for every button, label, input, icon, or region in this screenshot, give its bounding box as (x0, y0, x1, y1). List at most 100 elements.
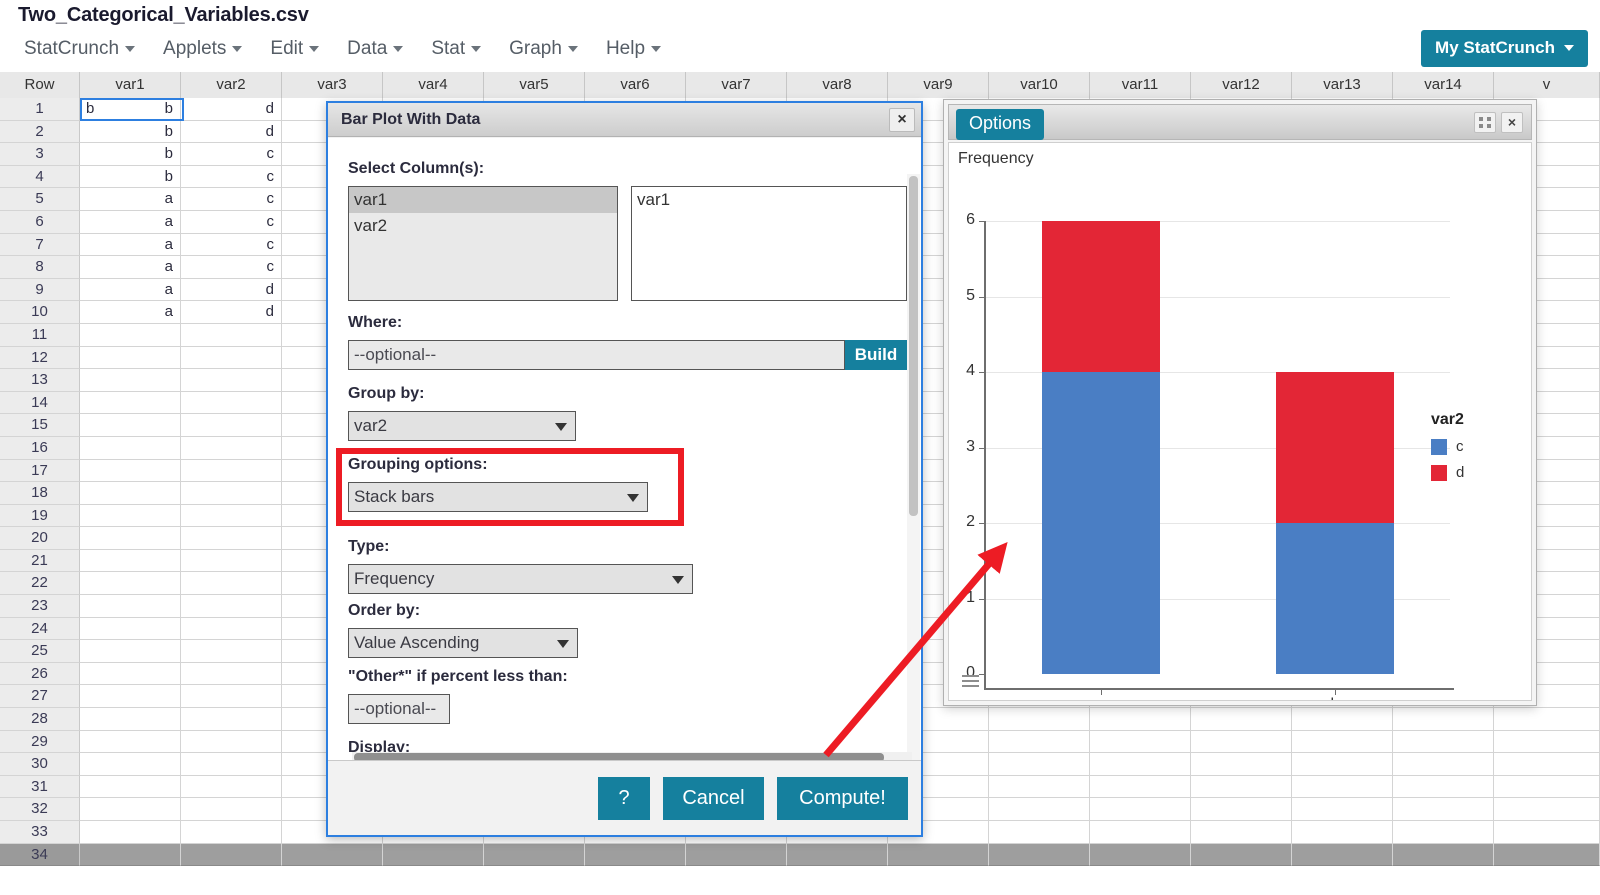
row-number[interactable]: 32 (0, 798, 80, 821)
bar-plot-dialog[interactable]: Bar Plot With Data × Select Column(s): v… (326, 101, 923, 837)
row-number[interactable]: 2 (0, 121, 80, 144)
row-number[interactable]: 7 (0, 234, 80, 257)
cell-var12-28[interactable] (1191, 708, 1292, 731)
cell-var2-6[interactable]: c (181, 211, 282, 234)
row-number[interactable]: 18 (0, 482, 80, 505)
cell-var1-15[interactable] (80, 414, 181, 437)
cell-var2-12[interactable] (181, 347, 282, 370)
cell-var2-20[interactable] (181, 527, 282, 550)
cell-var1-3[interactable]: b (80, 143, 181, 166)
cell-var2-25[interactable] (181, 640, 282, 663)
row-number[interactable]: 21 (0, 550, 80, 573)
scrollbar-thumb[interactable] (909, 176, 918, 516)
bar-segment-b-c[interactable] (1276, 523, 1394, 674)
hamburger-icon[interactable] (962, 675, 979, 688)
column-header-var4[interactable]: var4 (383, 72, 484, 98)
group-by-select[interactable]: var2 (348, 411, 576, 441)
menu-item-statcrunch[interactable]: StatCrunch (10, 36, 149, 62)
cell-var2-27[interactable] (181, 685, 282, 708)
column-header-var10[interactable]: var10 (989, 72, 1090, 98)
row-number[interactable]: 3 (0, 143, 80, 166)
cell-var12-32[interactable] (1191, 798, 1292, 821)
cell-var2-33[interactable] (181, 821, 282, 844)
cell-var15-34[interactable] (1494, 844, 1600, 867)
cell-var15-29[interactable] (1494, 731, 1600, 754)
cell-var15-30[interactable] (1494, 753, 1600, 776)
row-number[interactable]: 1 (0, 98, 80, 121)
row-number[interactable]: 27 (0, 685, 80, 708)
menu-item-data[interactable]: Data (333, 36, 417, 62)
column-header-var9[interactable]: var9 (888, 72, 989, 98)
cell-var10-30[interactable] (989, 753, 1090, 776)
cell-var11-34[interactable] (1090, 844, 1191, 867)
cell-var2-9[interactable]: d (181, 279, 282, 302)
row-number[interactable]: 31 (0, 776, 80, 799)
chart-plot-area[interactable]: Frequency 0123456abvar1 var2 cd (948, 142, 1532, 701)
cell-var1-19[interactable] (80, 505, 181, 528)
column-header-var7[interactable]: var7 (686, 72, 787, 98)
cell-var10-32[interactable] (989, 798, 1090, 821)
cell-var11-30[interactable] (1090, 753, 1191, 776)
cell-var11-33[interactable] (1090, 821, 1191, 844)
column-header-var14[interactable]: var14 (1393, 72, 1494, 98)
cell-var14-34[interactable] (1393, 844, 1494, 867)
row-number[interactable]: 13 (0, 369, 80, 392)
row-number[interactable]: 9 (0, 279, 80, 302)
cell-var5-34[interactable] (484, 844, 585, 867)
row-number[interactable]: 26 (0, 663, 80, 686)
row-number[interactable]: 29 (0, 731, 80, 754)
cancel-button[interactable]: Cancel (663, 777, 764, 820)
row-number[interactable]: 4 (0, 166, 80, 189)
cell-var1-16[interactable] (80, 437, 181, 460)
row-number[interactable]: 30 (0, 753, 80, 776)
column-header-var5[interactable]: var5 (484, 72, 585, 98)
cell-var2-28[interactable] (181, 708, 282, 731)
row-number[interactable]: 10 (0, 301, 80, 324)
cell-var1-29[interactable] (80, 731, 181, 754)
cell-var2-22[interactable] (181, 572, 282, 595)
cell-var7-34[interactable] (686, 844, 787, 867)
cell-var1-13[interactable] (80, 369, 181, 392)
cell-var1-1[interactable]: b (80, 98, 181, 121)
cell-var15-28[interactable] (1494, 708, 1600, 731)
column-header-var6[interactable]: var6 (585, 72, 686, 98)
cell-var2-26[interactable] (181, 663, 282, 686)
chosen-column-item[interactable]: var1 (632, 187, 906, 213)
cell-var13-31[interactable] (1292, 776, 1393, 799)
cell-var9-34[interactable] (888, 844, 989, 867)
cell-var8-34[interactable] (787, 844, 888, 867)
bar-segment-b-d[interactable] (1276, 372, 1394, 523)
cell-var2-16[interactable] (181, 437, 282, 460)
cell-var12-33[interactable] (1191, 821, 1292, 844)
cell-var14-33[interactable] (1393, 821, 1494, 844)
row-number[interactable]: 14 (0, 392, 80, 415)
cell-var13-33[interactable] (1292, 821, 1393, 844)
cell-var1-6[interactable]: a (80, 211, 181, 234)
cell-var1-10[interactable]: a (80, 301, 181, 324)
cell-var12-34[interactable] (1191, 844, 1292, 867)
cell-var2-17[interactable] (181, 460, 282, 483)
cell-var2-8[interactable]: c (181, 256, 282, 279)
row-number[interactable]: 6 (0, 211, 80, 234)
cell-var1-9[interactable]: a (80, 279, 181, 302)
column-header-var8[interactable]: var8 (787, 72, 888, 98)
cell-var1-7[interactable]: a (80, 234, 181, 257)
chosen-columns-listbox[interactable]: var1 (631, 186, 907, 301)
my-statcrunch-button[interactable]: My StatCrunch (1421, 30, 1588, 67)
cell-var2-10[interactable]: d (181, 301, 282, 324)
cell-var1-28[interactable] (80, 708, 181, 731)
bar-segment-a-d[interactable] (1042, 221, 1160, 372)
row-number[interactable]: 15 (0, 414, 80, 437)
compute-button[interactable]: Compute! (777, 777, 908, 820)
row-number[interactable]: 25 (0, 640, 80, 663)
row-number[interactable]: 8 (0, 256, 80, 279)
cell-var2-34[interactable] (181, 844, 282, 867)
grouping-options-select[interactable]: Stack bars (348, 482, 648, 512)
close-icon[interactable]: × (889, 108, 915, 132)
row-number[interactable]: 22 (0, 572, 80, 595)
row-number[interactable]: 16 (0, 437, 80, 460)
cell-var2-30[interactable] (181, 753, 282, 776)
cell-var2-7[interactable]: c (181, 234, 282, 257)
cell-var11-32[interactable] (1090, 798, 1191, 821)
cell-var1-33[interactable] (80, 821, 181, 844)
